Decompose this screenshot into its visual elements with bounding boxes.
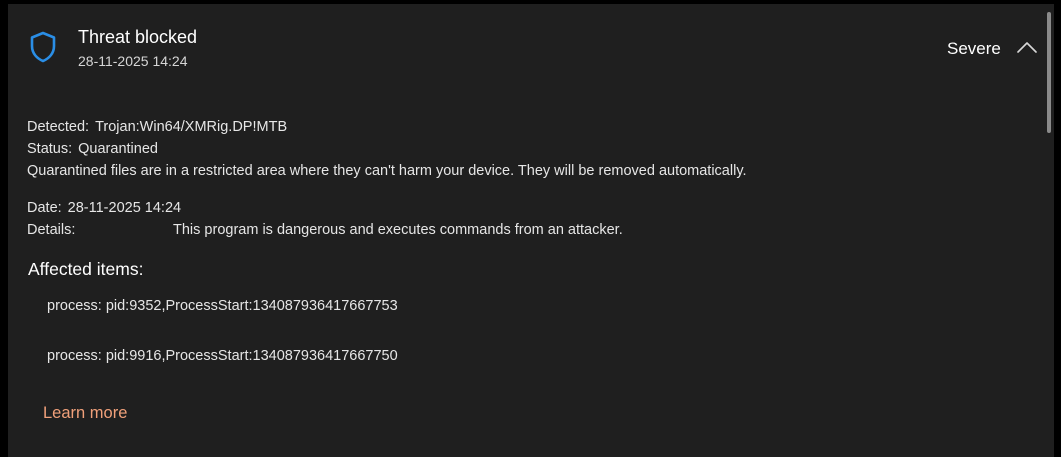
detected-row: Detected: Trojan:Win64/XMRig.DP!MTB [27, 119, 287, 135]
detected-value: Trojan:Win64/XMRig.DP!MTB [95, 119, 288, 135]
status-row: Status: Quarantined [27, 141, 158, 157]
learn-more-link[interactable]: Learn more [43, 404, 127, 423]
details-label: Details: [27, 222, 76, 238]
threat-card: Threat blocked 28-11-2025 14:24 Severe D… [8, 4, 1054, 457]
threat-title: Threat blocked [78, 27, 198, 47]
detected-label: Detected: [27, 119, 90, 135]
status-label: Status: [27, 141, 73, 157]
severity-label: Severe [947, 39, 1001, 58]
status-value: Quarantined [78, 141, 158, 157]
affected-item: process: pid:9352,ProcessStart:134087936… [47, 298, 398, 314]
shield-icon [30, 31, 56, 63]
quarantine-note: Quarantined files are in a restricted ar… [27, 163, 747, 179]
chevron-up-icon[interactable] [1017, 40, 1037, 54]
date-row: Date: 28-11-2025 14:24 [27, 200, 181, 216]
scrollbar-thumb[interactable] [1047, 12, 1051, 133]
details-value: This program is dangerous and executes c… [173, 222, 623, 238]
date-label: Date: [27, 200, 62, 216]
threat-timestamp: 28-11-2025 14:24 [78, 53, 188, 69]
affected-item: process: pid:9916,ProcessStart:134087936… [47, 348, 398, 364]
affected-items-title: Affected items: [28, 259, 144, 279]
date-value: 28-11-2025 14:24 [67, 200, 182, 216]
details-row: Details: This program is dangerous and e… [27, 222, 927, 238]
